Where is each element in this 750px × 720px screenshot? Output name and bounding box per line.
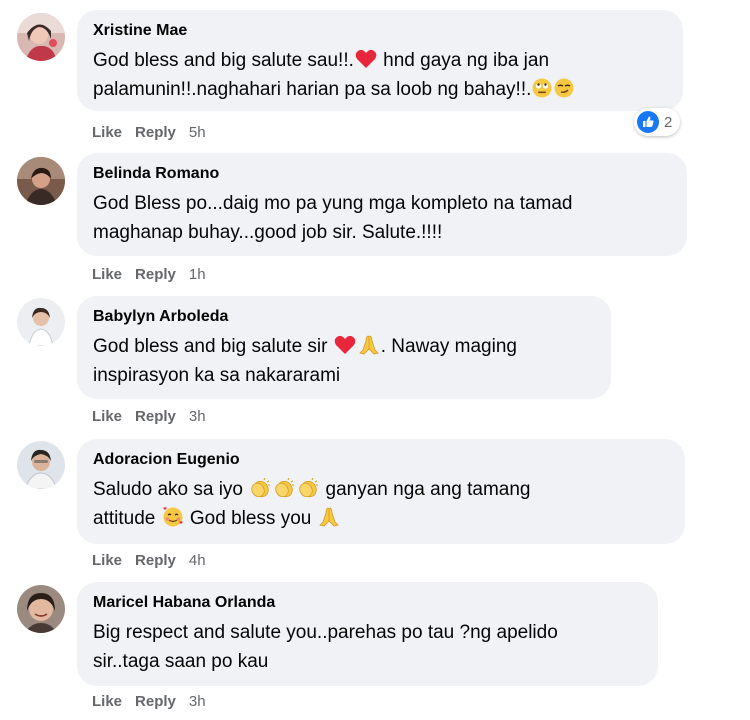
comment-bubble: Babylyn Arboleda God bless and big salut…: [77, 296, 611, 399]
pray-emoji: [358, 335, 380, 355]
comment-timestamp[interactable]: 5h: [189, 124, 206, 141]
comment-author[interactable]: Belinda Romano: [93, 164, 667, 184]
clap-emoji: [273, 478, 295, 498]
comment-actions: Like Reply 5h: [92, 124, 206, 142]
comment-timestamp[interactable]: 1h: [189, 266, 206, 283]
comment-text-line: God bless and big salute sir . Naway mag…: [93, 332, 591, 361]
avatar[interactable]: [17, 585, 65, 633]
like-button[interactable]: Like: [92, 266, 122, 283]
text-segment: . Naway maging: [380, 336, 517, 357]
comment-text: Big respect and salute you..parehas po t…: [93, 618, 638, 676]
comment-text-line: inspirasyon ka sa nakararami: [93, 365, 341, 386]
comment-author[interactable]: Babylyn Arboleda: [93, 307, 591, 327]
user-avatar-photo: [17, 585, 65, 633]
text-segment: ganyan nga ang tamang: [320, 479, 531, 500]
comment-actions: Like Reply 4h: [92, 552, 206, 570]
heart-emoji: [334, 335, 356, 355]
avatar[interactable]: [17, 441, 65, 489]
reply-button[interactable]: Reply: [135, 693, 176, 710]
like-button[interactable]: Like: [92, 693, 122, 710]
reply-button[interactable]: Reply: [135, 408, 176, 425]
smirk-emoji: [554, 78, 574, 98]
comment-timestamp[interactable]: 3h: [189, 693, 206, 710]
smiling-hearts-emoji: [162, 507, 184, 527]
avatar[interactable]: [17, 13, 65, 61]
comment-bubble: Belinda Romano God Bless po...daig mo pa…: [77, 153, 687, 256]
comment-timestamp[interactable]: 4h: [189, 552, 206, 569]
comment-text: God bless and big salute sir . Naway mag…: [93, 332, 591, 390]
comment-author[interactable]: Adoracion Eugenio: [93, 450, 665, 470]
comment-bubble: Adoracion Eugenio Saludo ako sa iyo gany…: [77, 439, 685, 544]
comment-text-line: attitude God bless you: [93, 504, 665, 533]
like-button[interactable]: Like: [92, 124, 122, 141]
comment-text-line: maghanap buhay...good job sir. Salute.!!…: [93, 222, 443, 243]
text-segment: attitude: [93, 508, 161, 529]
reply-button[interactable]: Reply: [135, 124, 176, 141]
comment-text: Saludo ako sa iyo ganyan nga ang tamang …: [93, 475, 665, 533]
avatar[interactable]: [17, 298, 65, 346]
comment-author[interactable]: Xristine Mae: [93, 21, 663, 41]
like-button[interactable]: Like: [92, 552, 122, 569]
user-avatar-photo: [17, 13, 65, 61]
comment-actions: Like Reply 3h: [92, 408, 206, 426]
reply-button[interactable]: Reply: [135, 552, 176, 569]
reply-button[interactable]: Reply: [135, 266, 176, 283]
comment-actions: Like Reply 1h: [92, 266, 206, 284]
user-avatar-photo: [17, 157, 65, 205]
comment-bubble: Maricel Habana Orlanda Big respect and s…: [77, 582, 658, 686]
text-segment: Saludo ako sa iyo: [93, 479, 249, 500]
comment-bubble: Xristine Mae God bless and big salute sa…: [77, 10, 683, 111]
eye-roll-emoji: [532, 78, 552, 98]
text-segment: God bless and big salute sir: [93, 336, 333, 357]
comment-text-line: sir..taga saan po kau: [93, 651, 269, 672]
comment-text-line: God bless and big salute sau!!. hnd gaya…: [93, 46, 663, 75]
comment-text: God bless and big salute sau!!. hnd gaya…: [93, 46, 663, 104]
text-segment: God bless and big salute sau!!.: [93, 50, 354, 71]
user-avatar-photo: [17, 441, 65, 489]
clap-emoji: [249, 478, 271, 498]
like-button[interactable]: Like: [92, 408, 122, 425]
comment-text: God Bless po...daig mo pa yung mga kompl…: [93, 189, 667, 247]
heart-emoji: [355, 49, 377, 69]
pray-emoji: [318, 507, 340, 527]
reaction-count: 2: [664, 113, 673, 131]
comment-text-line: Big respect and salute you..parehas po t…: [93, 622, 558, 643]
comment-actions: Like Reply 3h: [92, 693, 206, 711]
text-segment: hnd gaya ng iba jan: [377, 50, 550, 71]
comment-timestamp[interactable]: 3h: [189, 408, 206, 425]
comment-text-line: God Bless po...daig mo pa yung mga kompl…: [93, 193, 573, 214]
user-avatar-photo: [17, 298, 65, 346]
comment-text-line: Saludo ako sa iyo ganyan nga ang tamang: [93, 475, 665, 504]
text-segment: God bless you: [184, 508, 317, 529]
comment-author[interactable]: Maricel Habana Orlanda: [93, 593, 638, 613]
reaction-summary[interactable]: 2: [634, 108, 681, 136]
clap-emoji: [297, 478, 319, 498]
comment-text-line: palamunin!!.naghahari harian pa sa loob …: [93, 75, 663, 104]
avatar[interactable]: [17, 157, 65, 205]
text-segment: palamunin!!.naghahari harian pa sa loob …: [93, 79, 532, 100]
like-reaction-icon: [637, 111, 659, 133]
